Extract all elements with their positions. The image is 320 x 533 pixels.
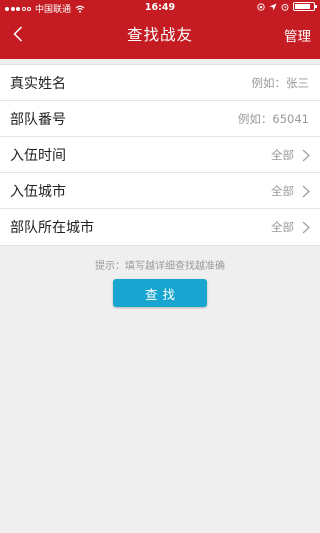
- name-input[interactable]: 例如：张三: [252, 75, 310, 91]
- chevron-left-icon: [13, 26, 23, 42]
- enlistment-city-field[interactable]: 入伍城市 全部: [0, 173, 320, 209]
- field-label: 部队番号: [10, 111, 66, 128]
- header-bar: 中国联通 16:49 查找战友 管理: [0, 0, 320, 59]
- hint-text: 提示：填写越详细查找越准确: [95, 261, 225, 272]
- alarm-icon: [281, 3, 289, 11]
- status-right: [257, 2, 317, 11]
- enlistment-time-field[interactable]: 入伍时间 全部: [0, 137, 320, 173]
- unit-city-field[interactable]: 部队所在城市 全部: [0, 209, 320, 245]
- status-bar: 中国联通 16:49: [0, 0, 320, 16]
- field-label: 真实姓名: [10, 75, 66, 92]
- unit-number-field[interactable]: 部队番号 例如：65041: [0, 101, 320, 137]
- field-value: 全部: [271, 220, 294, 234]
- location-icon: [269, 3, 277, 10]
- field-label: 入伍城市: [10, 183, 66, 200]
- unit-number-input[interactable]: 例如：65041: [238, 111, 309, 127]
- battery-icon: [293, 2, 317, 11]
- field-value: 全部: [271, 183, 294, 198]
- search-button[interactable]: 查找: [113, 279, 207, 307]
- field-label: 部队所在城市: [10, 220, 94, 236]
- chevron-right-icon: [302, 221, 310, 234]
- manage-button[interactable]: 管理: [284, 25, 311, 45]
- orientation-lock-icon: [257, 2, 265, 11]
- battery-fill: [295, 4, 311, 9]
- chevron-right-icon: [302, 185, 310, 198]
- chevron-right-icon: [302, 149, 310, 162]
- search-form: 真实姓名 例如：张三 部队番号 例如：65041 入伍时间 全部 入伍城市 全部…: [0, 64, 320, 246]
- name-field[interactable]: 真实姓名 例如：张三: [0, 65, 320, 101]
- field-value: 全部: [271, 147, 294, 162]
- field-label: 入伍时间: [10, 147, 66, 164]
- page-title: 查找战友: [126, 26, 193, 44]
- back-button[interactable]: [4, 20, 32, 48]
